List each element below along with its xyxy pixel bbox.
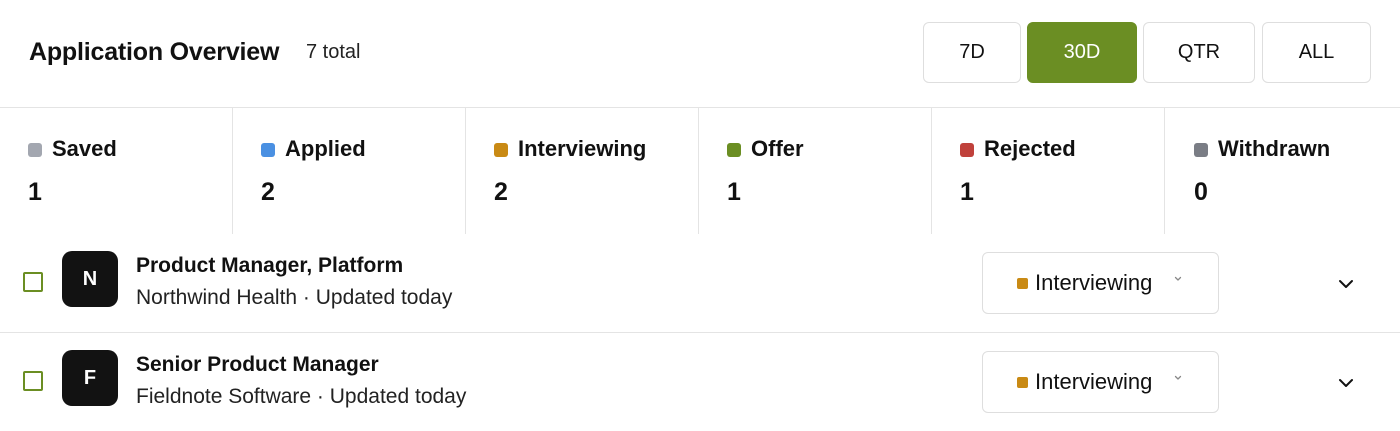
company-avatar: F [62,350,118,406]
company-avatar: N [62,251,118,307]
overview-header: Application Overview 7 total 7D 30D QTR … [0,0,1400,108]
stat-label: Saved [52,136,117,161]
stat-label: Offer [751,136,804,161]
stat-value: 1 [960,178,974,206]
saved-swatch [28,143,42,157]
status-dot [1017,377,1028,388]
stat-offer: Offer 1 [699,108,932,234]
status-summary: Saved 1 Applied 2 Interviewing 2 Offer 1… [0,108,1400,234]
stat-value: 2 [494,178,508,206]
company-updated: Northwind Health · Updated today [136,286,453,309]
range-all-button[interactable]: ALL [1262,22,1371,83]
stat-rejected: Rejected 1 [932,108,1165,234]
total-count: 7 total [306,41,361,63]
range-30d-button[interactable]: 30D [1027,22,1137,83]
rejected-swatch [960,143,974,157]
status-dropdown[interactable]: Interviewing [982,252,1219,314]
stat-label: Interviewing [518,136,647,161]
chevron-down-icon [1174,375,1182,380]
stat-interviewing: Interviewing 2 [466,108,699,234]
application-row[interactable]: F Senior Product Manager Fieldnote Softw… [0,333,1400,431]
stat-applied: Applied 2 [233,108,466,234]
stat-value: 2 [261,178,275,206]
stat-label: Applied [285,136,366,161]
applied-swatch [261,143,275,157]
page-title: Application Overview [29,38,280,66]
stat-label: Rejected [984,136,1076,161]
stat-label: Withdrawn [1218,136,1331,161]
status-dropdown[interactable]: Interviewing [982,351,1219,413]
range-qtr-button[interactable]: QTR [1143,22,1255,83]
stat-value: 1 [28,178,42,206]
chevron-down-icon [1174,276,1182,281]
stat-value: 0 [1194,178,1208,206]
offer-swatch [727,143,741,157]
status-value: Interviewing [1035,270,1153,295]
application-row[interactable]: N Product Manager, Platform Northwind He… [0,234,1400,333]
status-value: Interviewing [1035,369,1153,394]
range-7d-button[interactable]: 7D [923,22,1021,83]
interviewing-swatch [494,143,508,157]
stat-saved: Saved 1 [0,108,233,234]
expand-chevron-icon[interactable] [1334,371,1358,395]
expand-chevron-icon[interactable] [1334,272,1358,296]
job-title: Senior Product Manager [136,353,379,376]
overview-card: Application Overview 7 total 7D 30D QTR … [0,0,1400,234]
stat-value: 1 [727,178,741,206]
row-checkbox[interactable] [23,371,43,391]
company-updated: Fieldnote Software · Updated today [136,385,467,408]
stat-withdrawn: Withdrawn 0 [1166,108,1399,234]
row-checkbox[interactable] [23,272,43,292]
job-title: Product Manager, Platform [136,254,404,277]
status-dot [1017,278,1028,289]
withdrawn-swatch [1194,143,1208,157]
